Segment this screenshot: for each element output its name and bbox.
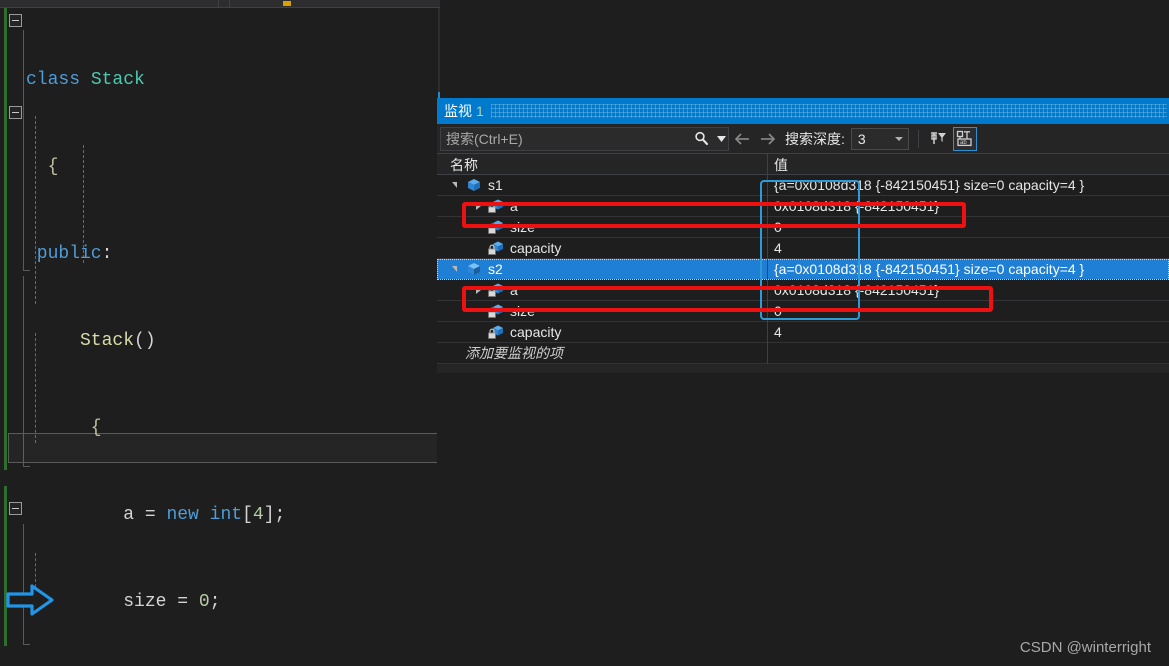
expander-placeholder [473, 305, 485, 317]
expander-closed-icon[interactable] [473, 200, 485, 212]
magnifier-icon[interactable] [688, 128, 714, 150]
private-member-icon [487, 282, 505, 298]
row-name-cell[interactable]: a [437, 196, 767, 216]
watch-toolbar[interactable]: 搜索深度: 3 [437, 124, 1169, 154]
row-name-text: size [510, 219, 535, 235]
add-watch-placeholder: 添加要监视的项 [465, 345, 563, 361]
row-name-cell[interactable]: s1 [437, 175, 767, 195]
tab-display-icon[interactable]: ab [952, 126, 977, 151]
watermark-text: CSDN @winterright [1019, 639, 1151, 656]
search-input[interactable] [441, 129, 688, 148]
column-header-name[interactable]: 名称 [450, 155, 478, 175]
search-next-button[interactable] [755, 126, 781, 152]
table-row[interactable]: size 0 [437, 301, 1169, 322]
private-member-icon [487, 240, 505, 256]
code-line: size = 0; [26, 592, 221, 612]
row-value-cell[interactable]: 0 [768, 301, 1169, 321]
code-line: { [26, 157, 59, 177]
row-name-text: a [510, 282, 518, 298]
row-name-text: s2 [488, 261, 503, 277]
watch-grid-body[interactable]: s1 {a=0x0108d318 {-842150451} size=0 cap… [437, 175, 1169, 364]
code-text-area[interactable]: class Stack { public: Stack() { a = new … [0, 8, 440, 666]
watch-title-number: 1 [476, 103, 484, 119]
search-previous-button[interactable] [729, 126, 755, 152]
code-token-class-name: Stack [90, 70, 145, 90]
private-member-icon [487, 324, 505, 340]
column-splitter[interactable] [767, 154, 768, 175]
row-name-cell[interactable]: size [437, 301, 767, 321]
bookmark-marker-icon [283, 1, 291, 6]
search-depth-select[interactable]: 3 [850, 127, 909, 150]
table-row[interactable]: s2 {a=0x0108d318 {-842150451} size=0 cap… [437, 259, 1169, 280]
row-value-cell[interactable]: 0 [768, 217, 1169, 237]
table-row[interactable]: a 0x0108d318 {-842150451} [437, 280, 1169, 301]
row-name-cell[interactable]: s2 [437, 259, 767, 279]
expander-closed-icon[interactable] [473, 284, 485, 296]
row-value-cell[interactable]: {a=0x0108d318 {-842150451} size=0 capaci… [768, 259, 1169, 279]
object-box-icon [465, 177, 483, 193]
add-watch-row[interactable]: 添加要监视的项 [437, 343, 1169, 364]
table-row[interactable]: capacity 4 [437, 322, 1169, 343]
expander-open-icon[interactable] [451, 179, 463, 191]
row-name-text: capacity [510, 324, 562, 340]
table-row[interactable]: s1 {a=0x0108d318 {-842150451} size=0 cap… [437, 175, 1169, 196]
code-line: a = new int[4]; [26, 505, 286, 525]
row-name-cell[interactable]: size [437, 217, 767, 237]
row-name-cell[interactable]: 添加要监视的项 [437, 343, 767, 363]
code-line: { [26, 418, 102, 438]
watch-title-text: 监视 [444, 103, 472, 119]
code-line: class Stack [26, 70, 145, 90]
chevron-down-icon[interactable] [894, 136, 903, 141]
row-value-cell[interactable]: {a=0x0108d318 {-842150451} size=0 capaci… [768, 175, 1169, 195]
expander-placeholder [473, 242, 485, 254]
row-name-cell[interactable]: capacity [437, 322, 767, 342]
private-member-icon [487, 219, 505, 235]
table-row[interactable]: a 0x0108d318 {-842150451} [437, 196, 1169, 217]
table-row[interactable]: capacity 4 [437, 238, 1169, 259]
code-line: public: [26, 244, 113, 264]
expander-placeholder [473, 221, 485, 233]
row-name-text: a [510, 198, 518, 214]
watch-window-title-bar[interactable]: 监视 1 [437, 98, 1169, 124]
private-member-icon [487, 198, 505, 214]
watch-window[interactable]: 监视 1 搜索(Ctrl+E) 搜索深度: 3 ab 名称 值 s1 {a=0x… [437, 98, 1169, 373]
column-header-value[interactable]: 值 [774, 155, 788, 175]
row-value-cell[interactable]: 0x0108d318 {-842150451} [768, 196, 1169, 216]
row-name-text: capacity [510, 240, 562, 256]
table-row[interactable]: size 0 [437, 217, 1169, 238]
search-depth-label: 搜索深度: [785, 130, 845, 147]
expander-placeholder [451, 347, 463, 359]
expander-placeholder [473, 326, 485, 338]
expander-open-icon[interactable] [451, 263, 463, 275]
chevron-down-icon[interactable] [714, 128, 728, 150]
row-name-cell[interactable]: capacity [437, 238, 767, 258]
search-box[interactable] [440, 126, 729, 151]
watch-grid-header: 名称 值 [437, 154, 1169, 175]
object-box-icon [465, 261, 483, 277]
toolbar-separator [917, 129, 919, 148]
background-fill [437, 373, 1169, 666]
search-depth-value: 3 [857, 130, 866, 147]
svg-text:ab: ab [960, 140, 967, 146]
row-name-cell[interactable]: a [437, 280, 767, 300]
row-value-cell[interactable] [768, 343, 1169, 363]
pin-filter-icon[interactable] [926, 127, 950, 151]
screenshot-root: class Stack { public: Stack() { a = new … [0, 0, 1169, 666]
row-value-cell[interactable]: 4 [768, 322, 1169, 342]
title-drag-dots[interactable] [491, 104, 1167, 118]
code-editor[interactable]: class Stack { public: Stack() { a = new … [0, 0, 440, 666]
row-name-text: size [510, 303, 535, 319]
code-line: Stack() [26, 331, 156, 351]
editor-top-strip [0, 0, 440, 8]
row-value-cell[interactable]: 4 [768, 238, 1169, 258]
row-value-cell[interactable]: 0x0108d318 {-842150451} [768, 280, 1169, 300]
private-member-icon [487, 303, 505, 319]
row-name-text: s1 [488, 177, 503, 193]
current-statement-arrow-icon [6, 583, 56, 617]
